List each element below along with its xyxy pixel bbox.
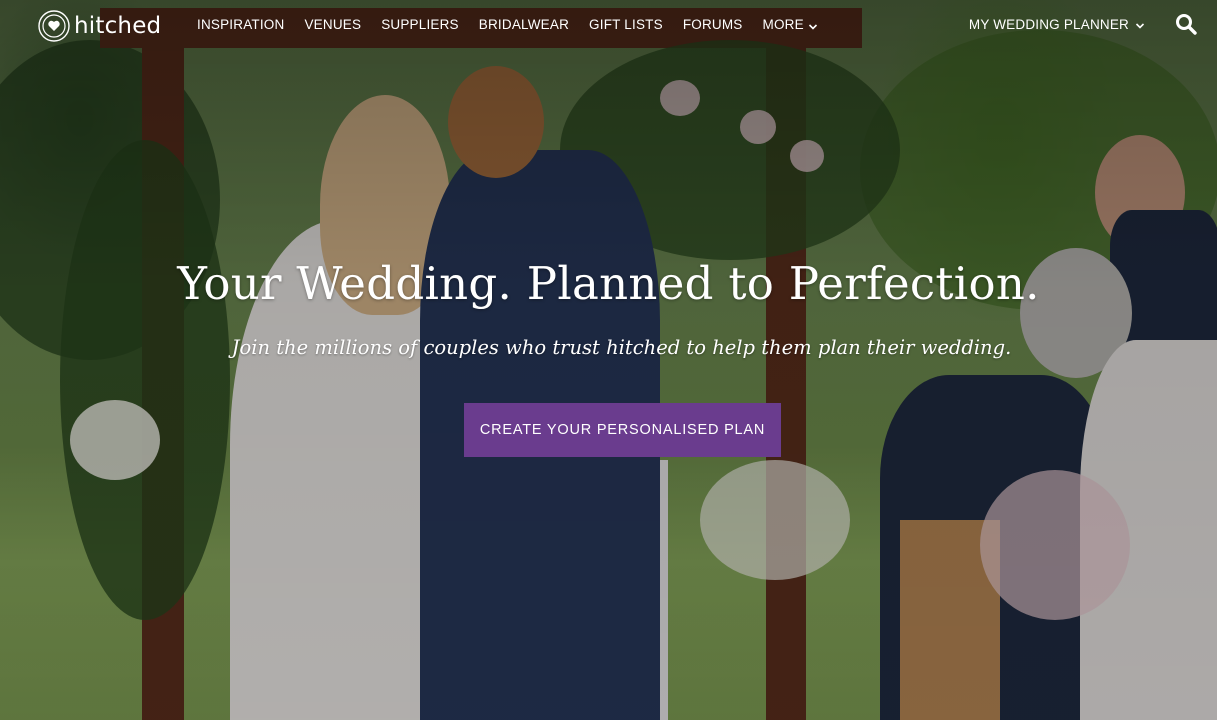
search-icon[interactable] (1175, 13, 1197, 35)
nav-item-inspiration[interactable]: INSPIRATION (197, 17, 284, 32)
nav-item-forums[interactable]: FORUMS (683, 17, 743, 32)
planner-label: MY WEDDING PLANNER (968, 16, 1129, 32)
nav-item-venues[interactable]: VENUES (304, 17, 361, 32)
chevron-down-icon (808, 20, 818, 30)
nav-item-bridalwear[interactable]: BRIDALWEAR (479, 17, 569, 32)
main-menu: INSPIRATION VENUES SUPPLIERS BRIDALWEAR … (197, 17, 838, 32)
hero-subheadline: Join the millions of couples who trust h… (231, 336, 1012, 359)
nav-item-more[interactable]: MORE (763, 17, 818, 32)
nav-item-label: BRIDALWEAR (478, 17, 570, 32)
nav-item-label: MORE (762, 17, 804, 32)
heart-circle-logo-icon (38, 10, 70, 42)
hero-headline: Your Wedding. Planned to Perfection. (177, 257, 1040, 310)
nav-item-label: INSPIRATION (197, 17, 285, 32)
account-nav: MY WEDDING PLANNER (969, 13, 1197, 35)
brand-name: hitched (74, 13, 162, 39)
nav-item-suppliers[interactable]: SUPPLIERS (381, 17, 459, 32)
chevron-down-icon (1135, 19, 1145, 29)
nav-item-label: GIFT LISTS (589, 17, 663, 32)
nav-item-label: FORUMS (682, 17, 743, 32)
hitched-logo[interactable]: hitched (38, 10, 161, 42)
hero-overlay (0, 0, 1217, 720)
hero-background-photo (0, 0, 1217, 720)
create-personalised-plan-button[interactable]: CREATE YOUR PERSONALISED PLAN (464, 403, 781, 457)
nav-item-label: VENUES (304, 17, 362, 32)
nav-item-label: SUPPLIERS (381, 17, 459, 32)
my-wedding-planner-menu[interactable]: MY WEDDING PLANNER (969, 17, 1145, 32)
top-navigation: hitched INSPIRATION VENUES SUPPLIERS BRI… (0, 0, 1217, 50)
nav-item-gift-lists[interactable]: GIFT LISTS (589, 17, 663, 32)
